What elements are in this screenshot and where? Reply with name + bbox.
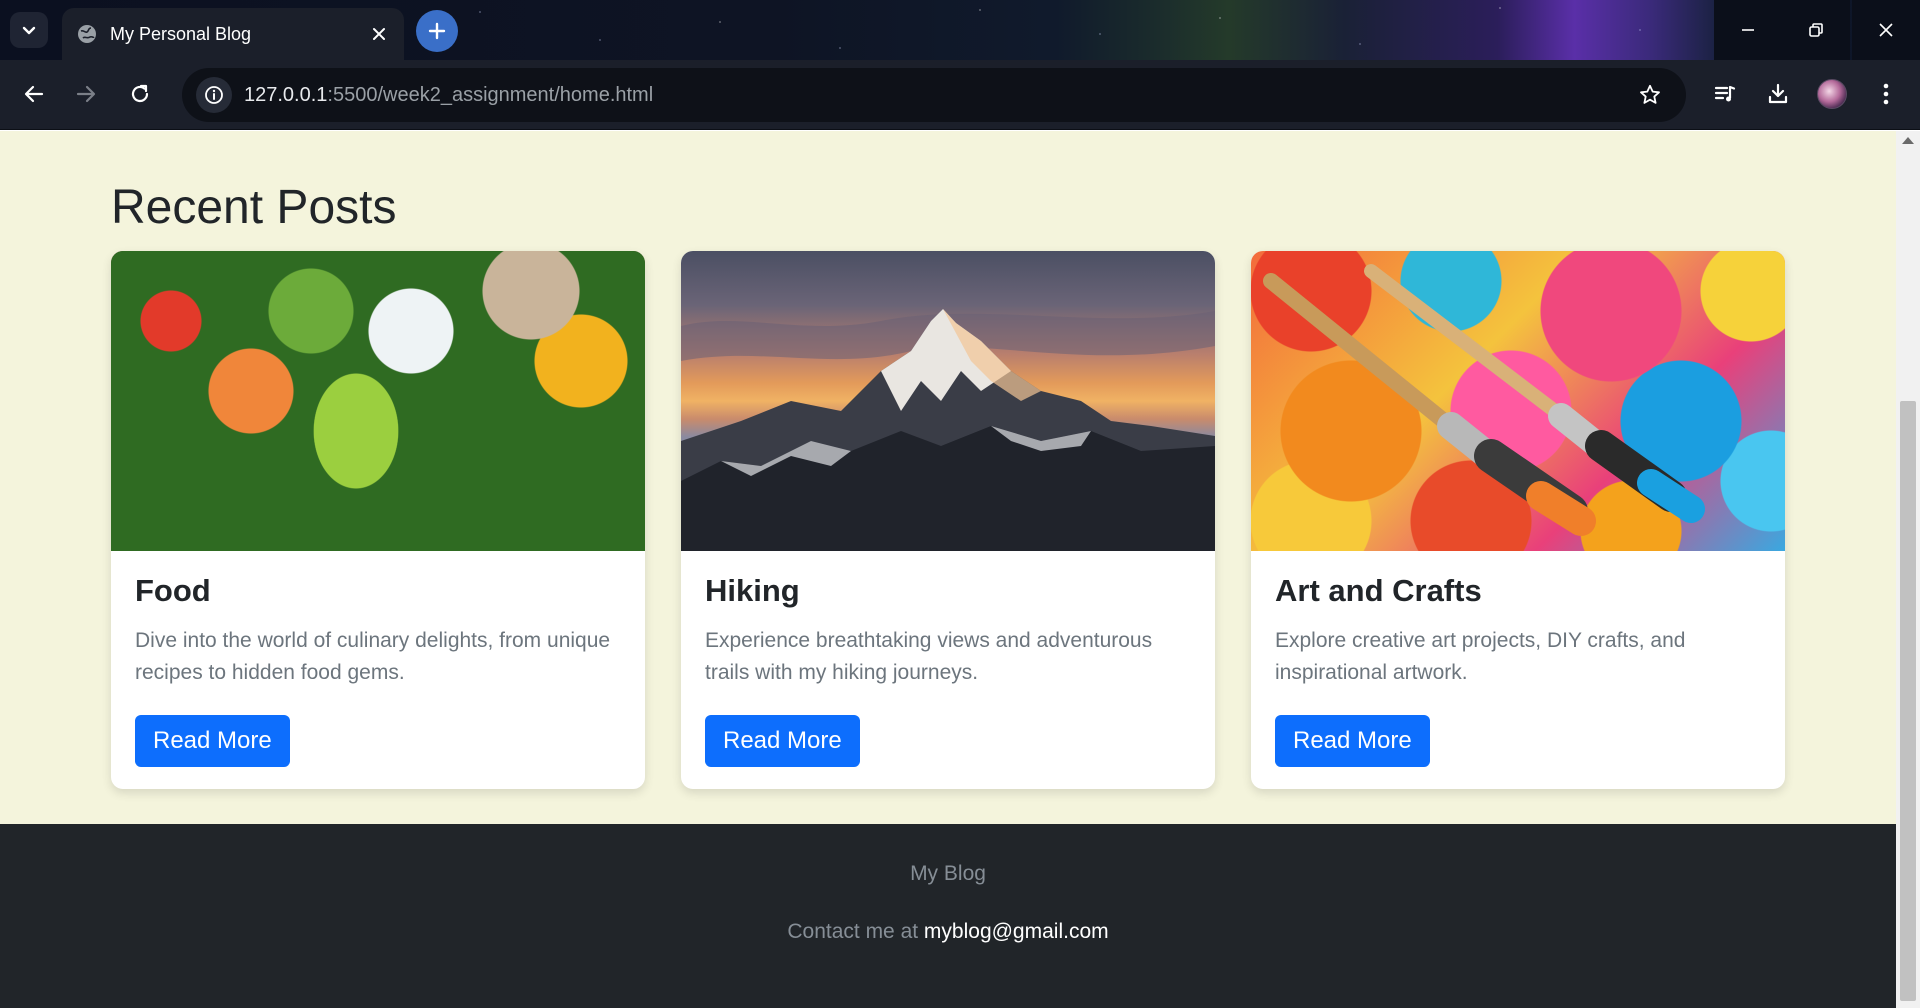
kebab-menu-icon (1883, 83, 1889, 105)
chevron-down-icon (22, 26, 36, 35)
post-card-hiking: Hiking Experience breathtaking views and… (681, 251, 1215, 789)
mountain-image (681, 251, 1215, 551)
media-queue-icon (1714, 85, 1736, 102)
restore-button[interactable] (1782, 0, 1850, 60)
url-text: 127.0.0.1:5500/week2_assignment/home.htm… (244, 84, 653, 107)
scrollbar-thumb[interactable] (1900, 401, 1916, 1001)
minimize-button[interactable] (1714, 0, 1782, 60)
star-icon (1640, 84, 1660, 104)
url-host: 127.0.0.1 (244, 83, 328, 106)
food-image (111, 251, 645, 551)
downloads-button[interactable] (1758, 74, 1798, 114)
card-body: Food Dive into the world of culinary del… (111, 551, 645, 789)
section-title: Recent Posts (111, 181, 397, 234)
theme-background (460, 0, 1710, 60)
media-controls-button[interactable] (1705, 74, 1745, 114)
read-more-button[interactable]: Read More (705, 715, 860, 767)
card-text: Experience breathtaking views and advent… (705, 629, 1153, 684)
download-icon (1768, 83, 1788, 104)
read-more-button[interactable]: Read More (135, 715, 290, 767)
tab-search-button[interactable] (10, 12, 48, 48)
browser-menu-button[interactable] (1866, 74, 1906, 114)
browser-toolbar: 127.0.0.1:5500/week2_assignment/home.htm… (0, 60, 1920, 130)
post-card-art: Art and Crafts Explore creative art proj… (1251, 251, 1785, 789)
restore-icon (1809, 23, 1823, 37)
card-text: Explore creative art projects, DIY craft… (1275, 629, 1686, 684)
card-title: Art and Crafts (1275, 573, 1482, 608)
minimize-icon (1742, 29, 1754, 31)
reload-icon (131, 84, 149, 103)
new-tab-button[interactable] (416, 10, 458, 52)
browser-tab-strip: My Personal Blog (0, 0, 1920, 60)
avatar (1817, 79, 1847, 109)
info-icon (205, 86, 223, 104)
page-scrollbar[interactable] (1896, 131, 1920, 1008)
active-tab[interactable]: My Personal Blog (62, 8, 404, 60)
email-link[interactable]: myblog@gmail.com (924, 920, 1109, 943)
reload-button[interactable] (120, 74, 160, 114)
bookmark-button[interactable] (1632, 77, 1668, 113)
globe-icon (76, 23, 98, 45)
site-footer: My Blog Contact me at myblog@gmail.com (0, 824, 1896, 1008)
address-bar[interactable]: 127.0.0.1:5500/week2_assignment/home.htm… (182, 68, 1686, 122)
site-info-button[interactable] (196, 77, 232, 113)
forward-button[interactable] (66, 74, 106, 114)
url-path: :5500/week2_assignment/home.html (327, 83, 654, 106)
tab-title: My Personal Blog (110, 23, 252, 44)
page-viewport: Recent Posts Food Dive into the world of… (0, 131, 1920, 1008)
read-more-button[interactable]: Read More (1275, 715, 1430, 767)
card-text: Dive into the world of culinary delights… (135, 629, 611, 684)
card-body: Art and Crafts Explore creative art proj… (1251, 551, 1785, 789)
close-icon (1879, 23, 1893, 37)
card-title: Hiking (705, 573, 800, 608)
footer-contact: Contact me at myblog@gmail.com (0, 920, 1896, 944)
close-tab-icon[interactable] (368, 23, 390, 45)
card-body: Hiking Experience breathtaking views and… (681, 551, 1215, 789)
arrow-right-icon (76, 85, 96, 103)
post-card-food: Food Dive into the world of culinary del… (111, 251, 645, 789)
close-window-button[interactable] (1852, 0, 1920, 60)
card-title: Food (135, 573, 211, 608)
paintbrush-image (1251, 251, 1785, 551)
footer-brand: My Blog (910, 862, 986, 885)
plus-icon (428, 22, 446, 40)
contact-prefix: Contact me at (787, 920, 924, 943)
back-button[interactable] (14, 74, 54, 114)
profile-button[interactable] (1812, 74, 1852, 114)
scroll-up-arrow-icon[interactable] (1902, 137, 1914, 144)
arrow-left-icon (24, 85, 44, 103)
